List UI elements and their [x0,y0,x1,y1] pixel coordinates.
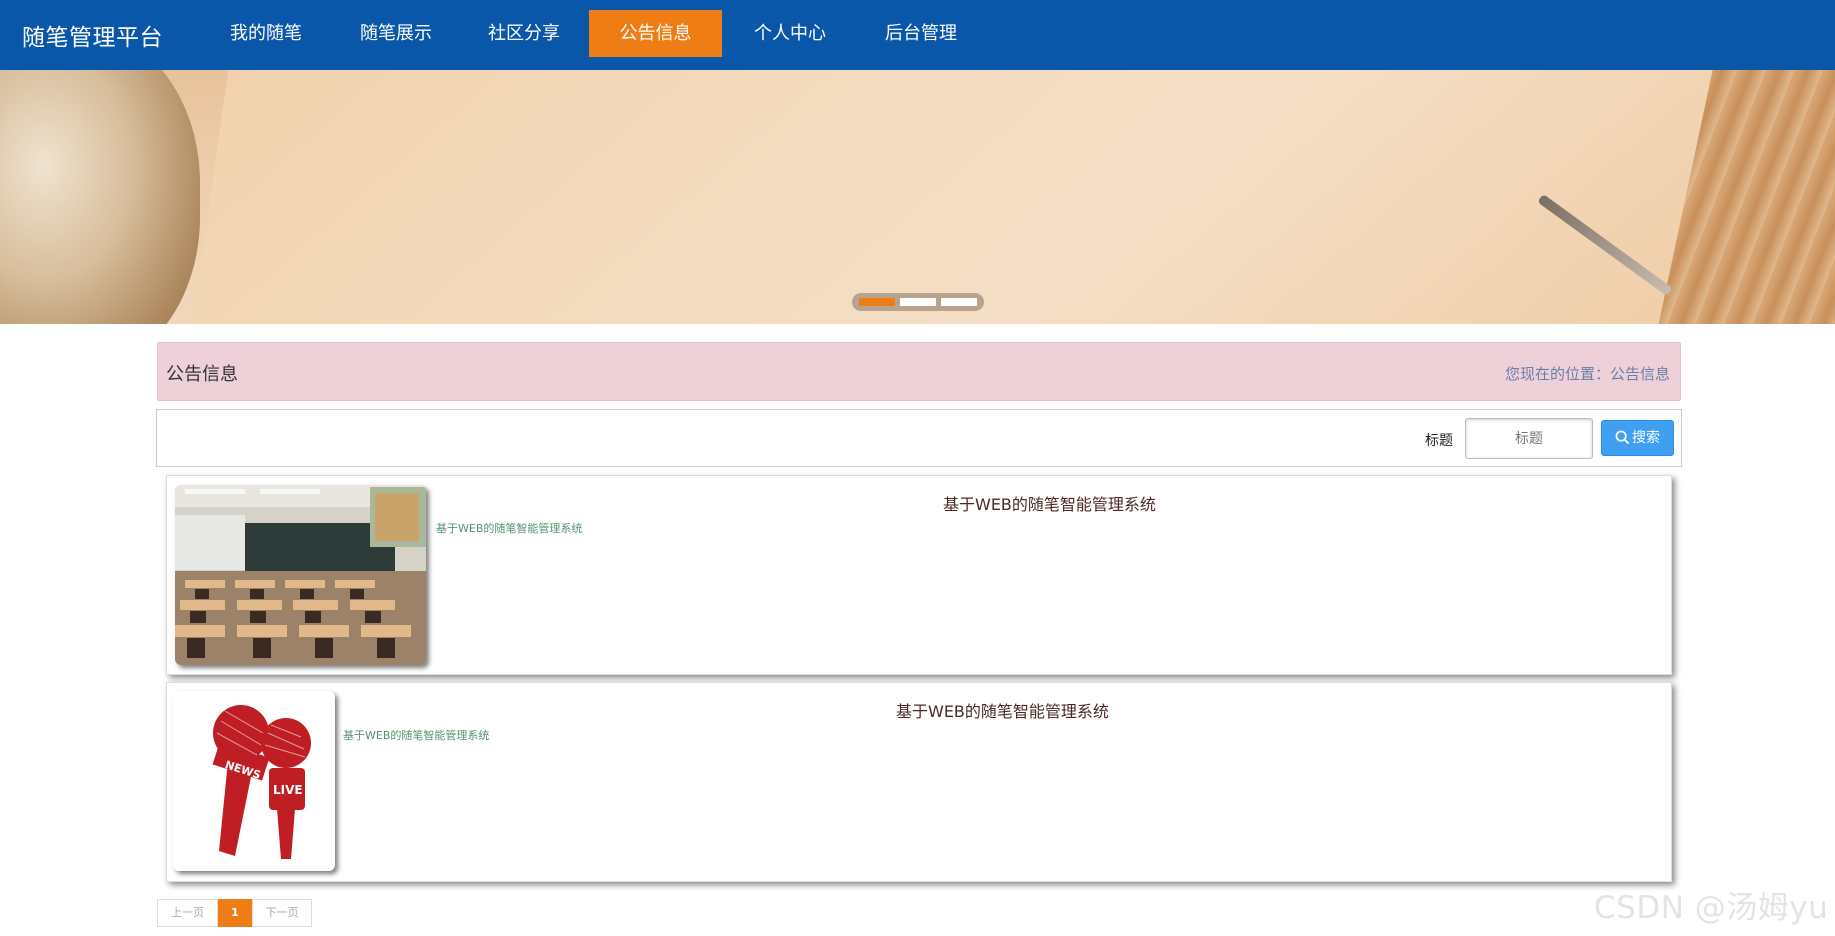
carousel-dot-1[interactable] [859,298,895,306]
site-brand[interactable]: 随笔管理平台 [22,18,163,52]
nav-item-announcements[interactable]: 公告信息 [589,10,722,57]
svg-text:LIVE: LIVE [273,783,303,797]
news-microphone-icon[interactable]: NEWS LIVE [173,691,335,871]
nav-item-notes-showcase[interactable]: 随笔展示 [348,10,444,57]
banner-paper [188,70,1742,324]
next-page-button[interactable]: 下一页 [252,899,312,927]
nav-item-community[interactable]: 社区分享 [476,10,572,57]
prev-page-button[interactable]: 上一页 [157,899,218,927]
notice-title[interactable]: 基于WEB的随笔智能管理系统 [943,491,1156,515]
hero-banner [0,70,1835,324]
search-button-label: 搜索 [1632,430,1660,446]
page-title: 公告信息 [166,364,238,385]
search-icon [1615,430,1630,445]
search-bar: 标题 搜索 [156,409,1682,467]
csdn-watermark: CSDN @汤姆yu [1594,890,1829,926]
notice-header-bar: 公告信息 您现在的位置：公告信息 [157,342,1681,401]
notice-title[interactable]: 基于WEB的随笔智能管理系统 [896,698,1109,722]
microphone-illustration: NEWS LIVE [212,705,311,859]
classroom-photo[interactable] [175,485,426,665]
notice-description: 基于WEB的随笔智能管理系统 [343,729,490,742]
top-navbar: 随笔管理平台 我的随笔 随笔展示 社区分享 公告信息 个人中心 后台管理 [0,0,1835,70]
search-label: 标题 [1425,433,1453,449]
carousel-dot-3[interactable] [941,298,977,306]
notice-card[interactable]: 基于WEB的随笔智能管理系统 基于WEB的随笔智能管理系统 [166,475,1672,675]
search-button[interactable]: 搜索 [1601,420,1674,456]
page-number-1[interactable]: 1 [218,899,252,927]
carousel-dot-2[interactable] [900,298,936,306]
notice-description: 基于WEB的随笔智能管理系统 [436,522,583,535]
classroom-illustration [175,485,426,665]
nav-item-profile[interactable]: 个人中心 [742,10,838,57]
notice-card[interactable]: NEWS LIVE 基于WEB的随笔智能管理系统 基于WEB的随笔智能管理系统 [166,682,1672,882]
banner-cup [0,70,200,324]
breadcrumb: 您现在的位置：公告信息 [1504,365,1670,383]
carousel-indicators [852,293,984,311]
nav-item-my-notes[interactable]: 我的随笔 [218,10,314,57]
title-search-input[interactable] [1465,418,1593,459]
nav-item-admin[interactable]: 后台管理 [873,10,969,57]
